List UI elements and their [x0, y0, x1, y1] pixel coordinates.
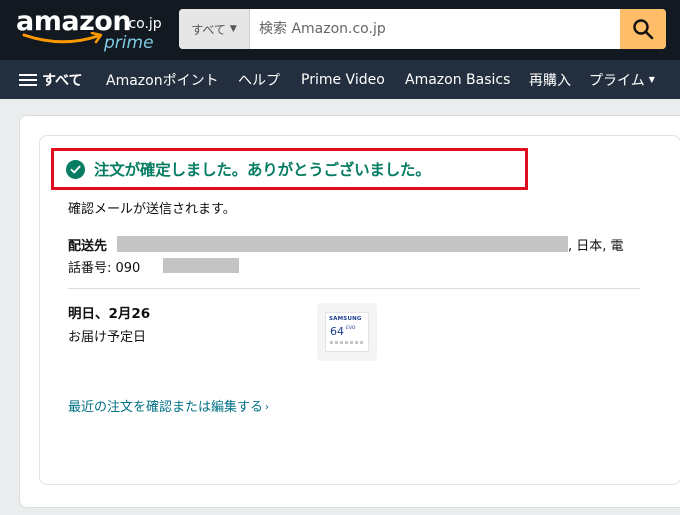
nav-item-prime-label: プライム: [589, 72, 645, 89]
recent-orders-link-label: 最近の注文を確認または編集する: [68, 400, 264, 415]
product-brand: SAMSUNG: [329, 316, 362, 322]
nav-item-points[interactable]: Amazonポイント: [106, 60, 219, 99]
smile-arrow-icon: [22, 32, 103, 44]
caret-down-icon: ▼: [648, 75, 655, 84]
product-capacity: 64: [330, 325, 344, 338]
delivery-date: 明日、2月26: [68, 306, 151, 322]
logo-domain: .co.jp: [124, 16, 162, 32]
search-input[interactable]: [251, 9, 621, 49]
nav-item-prime[interactable]: プライム ▼: [589, 60, 655, 99]
nav-item-buy-again[interactable]: 再購入: [529, 60, 571, 99]
shipping-address-tail: , 日本, 電: [568, 239, 624, 254]
product-thumbnail[interactable]: SAMSUNG 64 EVO: [317, 303, 377, 361]
sd-card-image: SAMSUNG 64 EVO: [325, 312, 369, 352]
section-divider: [68, 288, 640, 289]
logo-prime: prime: [104, 33, 154, 53]
search-button[interactable]: [620, 9, 666, 49]
search-bar: すべて ▼: [179, 9, 666, 49]
nav-item-amazon-basics[interactable]: Amazon Basics: [405, 60, 510, 99]
redacted-phone: [163, 258, 239, 273]
search-category-label: すべて: [191, 22, 226, 37]
nav-all-menu[interactable]: すべて: [19, 60, 82, 99]
recent-orders-link[interactable]: 最近の注文を確認または編集する ›: [68, 396, 269, 415]
nav-item-help[interactable]: ヘルプ: [238, 60, 280, 99]
product-line: EVO: [346, 326, 356, 331]
delivery-estimate-label: お届け予定日: [68, 330, 147, 345]
confirmation-message: 注文が確定しました。ありがとうございました。: [94, 161, 431, 179]
confirmation-banner: 注文が確定しました。ありがとうございました。: [51, 148, 528, 190]
chevron-right-icon: ›: [265, 402, 270, 413]
amazon-prime-logo[interactable]: amazon .co.jp prime: [16, 6, 166, 56]
check-circle-icon: [66, 159, 85, 179]
phone-number-label: 話番号: 090: [68, 261, 141, 276]
search-icon: [633, 19, 654, 40]
order-confirmation-card: 注文が確定しました。ありがとうございました。 確認メールが送信されます。 配送先…: [19, 115, 680, 508]
caret-down-icon: ▼: [229, 24, 237, 34]
top-header: amazon .co.jp prime すべて ▼: [0, 0, 680, 60]
order-summary-panel: 注文が確定しました。ありがとうございました。 確認メールが送信されます。 配送先…: [39, 135, 680, 485]
nav-bar: すべて Amazonポイント ヘルプ Prime Video Amazon Ba…: [0, 60, 680, 99]
email-notice: 確認メールが送信されます。: [68, 202, 236, 217]
hamburger-menu-icon: [19, 73, 37, 87]
nav-all-label: すべて: [42, 72, 83, 89]
nav-item-prime-video[interactable]: Prime Video: [301, 60, 385, 99]
search-category-select[interactable]: すべて ▼: [179, 9, 250, 49]
redacted-address: [117, 236, 568, 252]
shipping-address-label: 配送先: [68, 239, 108, 254]
product-label-stripe: [330, 341, 364, 344]
